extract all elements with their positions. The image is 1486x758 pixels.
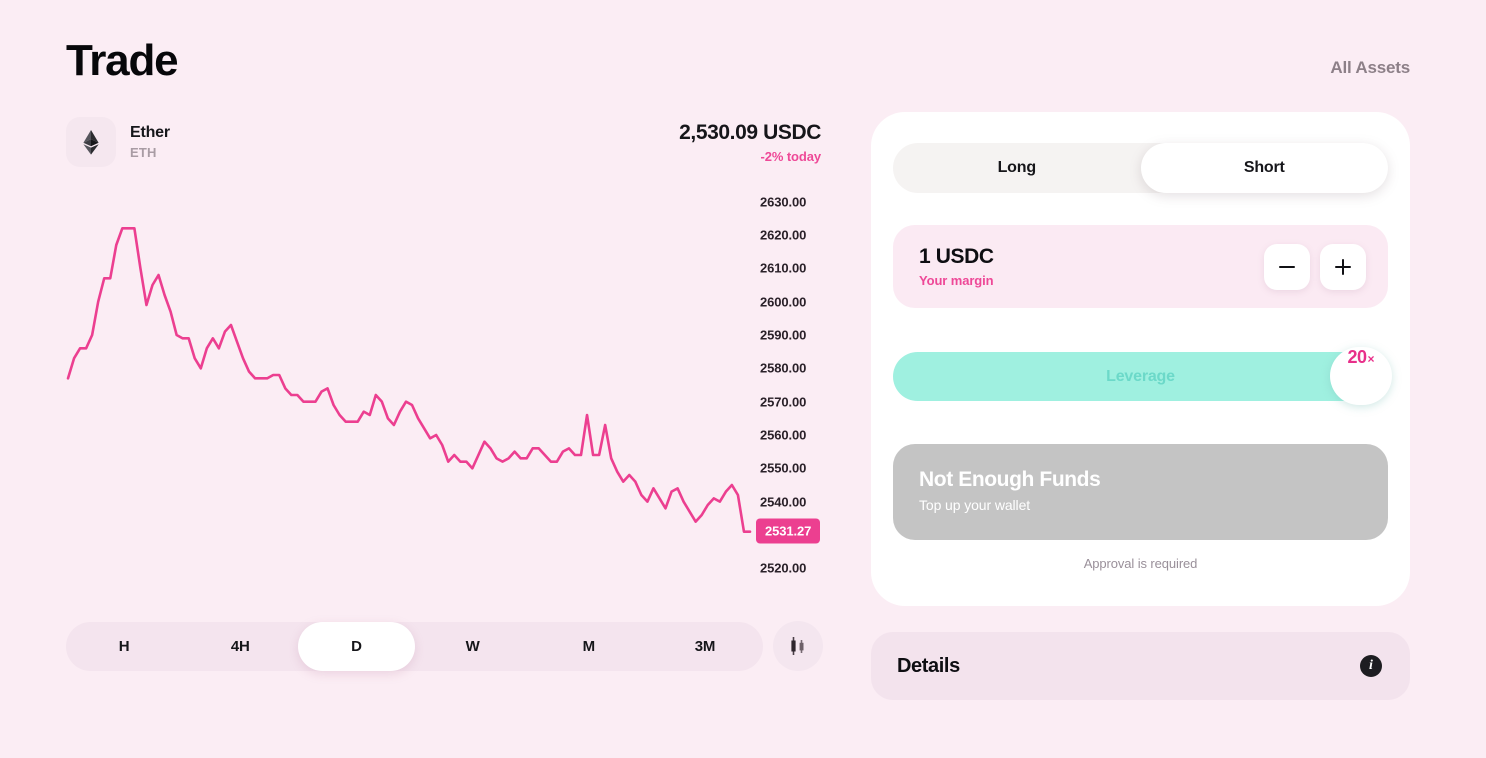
timeframe-selector[interactable]: H 4H D W M 3M xyxy=(66,622,763,671)
leverage-label: Leverage xyxy=(1106,367,1175,385)
asset-names: Ether ETH xyxy=(130,124,170,160)
direction-option-long[interactable]: Long xyxy=(893,143,1141,193)
price-chart-line xyxy=(66,227,752,533)
trade-page: Trade All Assets Ether ETH 2,530.09 USDC… xyxy=(0,0,1486,758)
chart-y-tick: 2600.00 xyxy=(760,294,807,310)
chart-y-tick: 2540.00 xyxy=(760,494,807,510)
candlestick-glyph xyxy=(791,637,804,655)
margin-input[interactable]: 1 USDC Your margin xyxy=(893,225,1388,308)
asset-selector[interactable]: Ether ETH xyxy=(66,117,170,167)
chart-y-tick: 2610.00 xyxy=(760,260,807,276)
details-section[interactable]: Details i xyxy=(871,632,1410,700)
chart-y-axis: 2630.00 2620.00 2610.00 2600.00 2590.00 2580.… xyxy=(756,185,880,585)
plus-glyph xyxy=(1335,258,1351,275)
timeframe-option-h[interactable]: H xyxy=(66,622,182,671)
margin-stepper xyxy=(1264,243,1366,290)
submit-order-title: Not Enough Funds xyxy=(919,468,1101,491)
direction-option-short[interactable]: Short xyxy=(1140,143,1388,193)
chart-y-tick: 2550.00 xyxy=(760,460,807,476)
minus-icon[interactable] xyxy=(1264,243,1310,290)
chart-y-tick: 2570.00 xyxy=(760,394,807,410)
leverage-slider[interactable]: Leverage 20 × xyxy=(893,347,1392,405)
approval-note: Approval is required xyxy=(1083,556,1198,571)
leverage-unit: × xyxy=(1367,352,1375,366)
timeframe-option-m[interactable]: M xyxy=(531,622,647,671)
ethereum-glyph xyxy=(83,129,99,155)
chart-y-tick: 2520.00 xyxy=(760,560,807,576)
ethereum-icon xyxy=(66,117,116,167)
asset-price: 2,530.09 USDC xyxy=(679,121,821,144)
submit-order-subtitle: Top up your wallet xyxy=(919,497,1031,513)
timeframe-option-3m[interactable]: 3M xyxy=(647,622,763,671)
price-block: 2,530.09 USDC -2% today xyxy=(679,121,821,164)
page-title: Trade xyxy=(66,36,179,85)
chart-y-tick: 2580.00 xyxy=(760,360,807,376)
leverage-value: 20 xyxy=(1347,347,1367,367)
all-assets-link[interactable]: All Assets xyxy=(1330,58,1410,78)
chart-y-tick: 2620.00 xyxy=(760,227,807,243)
timeframe-option-w[interactable]: W xyxy=(415,622,531,671)
margin-value: 1 USDC xyxy=(919,245,994,268)
submit-order-button[interactable]: Not Enough Funds Top up your wallet xyxy=(893,444,1388,540)
price-chart[interactable]: 2630.00 2620.00 2610.00 2600.00 2590.00 2580.… xyxy=(60,185,821,585)
current-price-badge: 2531.27 xyxy=(756,518,821,544)
margin-label: Your margin xyxy=(919,273,994,288)
trade-panel: Long Short 1 USDC Your margin Leverage 2… xyxy=(871,112,1410,606)
margin-text-group: 1 USDC Your margin xyxy=(919,245,994,288)
direction-toggle[interactable]: Long Short xyxy=(893,143,1388,193)
chart-y-tick: 2590.00 xyxy=(760,327,807,343)
asset-ticker: ETH xyxy=(130,145,157,160)
info-icon[interactable]: i xyxy=(1360,655,1382,677)
asset-price-change: -2% today xyxy=(760,149,821,164)
asset-name: Ether xyxy=(130,124,170,141)
minus-glyph xyxy=(1279,265,1295,268)
chart-y-tick: 2560.00 xyxy=(760,427,807,443)
candlestick-icon[interactable] xyxy=(773,621,823,671)
chart-y-tick: 2630.00 xyxy=(760,194,807,210)
details-title: Details xyxy=(897,654,960,677)
leverage-slider-thumb[interactable]: 20 × xyxy=(1330,347,1392,405)
timeframe-option-d[interactable]: D xyxy=(298,622,415,671)
timeframe-option-4h[interactable]: 4H xyxy=(182,622,298,671)
plus-icon[interactable] xyxy=(1320,243,1366,290)
